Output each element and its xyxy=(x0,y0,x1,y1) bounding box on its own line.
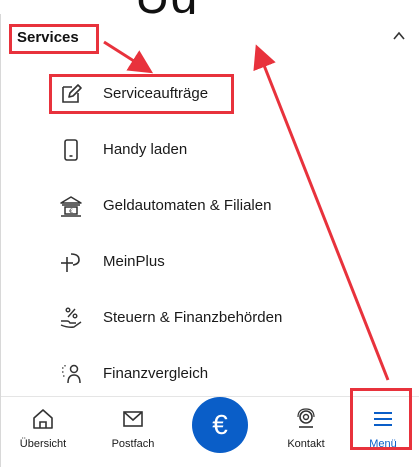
cropped-heading-fragment: Üg xyxy=(135,0,198,14)
services-section-header[interactable]: Services xyxy=(1,14,419,60)
top-cropped-text: Üg xyxy=(0,0,419,14)
menu-item-meinplus[interactable]: MeinPlus xyxy=(1,234,419,290)
menu-item-geldautomaten[interactable]: € Geldautomaten & Filialen xyxy=(1,178,419,234)
headset-icon xyxy=(297,408,315,428)
chevron-up-icon[interactable] xyxy=(391,28,407,44)
percent-hand-icon xyxy=(60,307,82,328)
person-compare-icon xyxy=(62,364,81,384)
highlight-box-menu xyxy=(350,388,412,450)
euro-icon: € xyxy=(212,409,228,440)
nav-label: Postfach xyxy=(111,438,155,450)
menu-item-steuern[interactable]: Steuern & Finanzbehörden xyxy=(1,290,419,346)
nav-label: Übersicht xyxy=(19,438,67,450)
euro-action-button[interactable]: € xyxy=(192,397,248,453)
menu-item-label: Steuern & Finanzbehörden xyxy=(103,309,283,326)
menu-item-serviceauftraege[interactable]: Serviceaufträge xyxy=(1,66,419,122)
phone-icon xyxy=(64,139,78,161)
menu-item-handy-laden[interactable]: Handy laden xyxy=(1,122,419,178)
nav-contact[interactable]: Kontakt xyxy=(263,397,349,467)
home-icon xyxy=(33,409,53,429)
menu-item-label: Handy laden xyxy=(103,141,188,158)
nav-overview[interactable]: Übersicht xyxy=(1,397,85,467)
highlight-box-serviceauftraege xyxy=(49,74,234,114)
bank-icon: € xyxy=(60,196,82,217)
highlight-box-services xyxy=(9,24,99,54)
nav-label: Kontakt xyxy=(287,438,325,450)
menu-item-label: Geldautomaten & Filialen xyxy=(103,197,272,214)
plus-icon xyxy=(61,253,80,272)
mail-icon xyxy=(123,411,143,427)
svg-text:€: € xyxy=(69,208,73,215)
nav-mailbox[interactable]: Postfach xyxy=(85,397,181,467)
menu-item-label: Finanzvergleich xyxy=(103,365,209,382)
menu-item-label: MeinPlus xyxy=(103,253,165,270)
